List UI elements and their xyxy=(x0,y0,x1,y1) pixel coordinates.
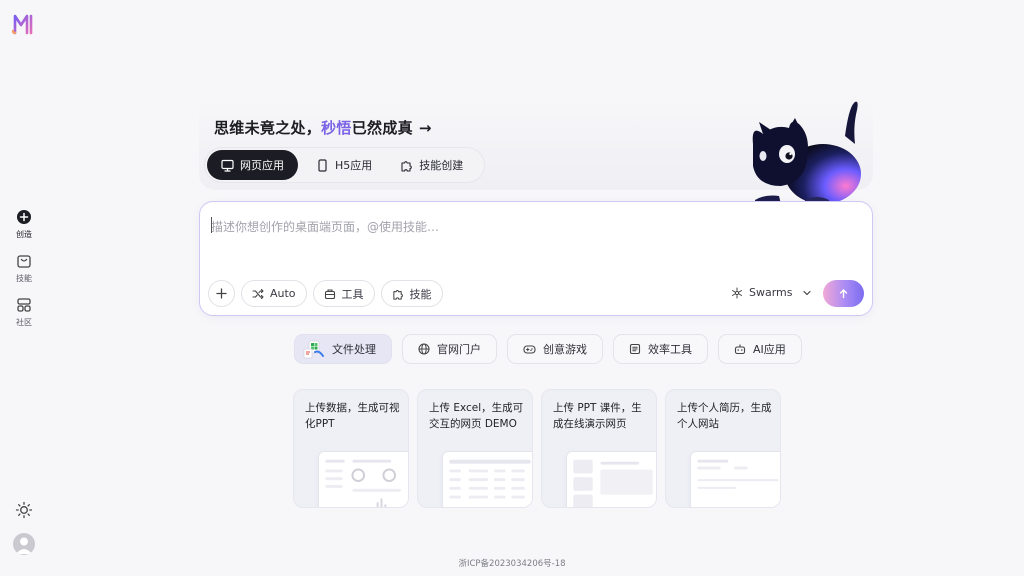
category-ai-apps[interactable]: AI应用 xyxy=(718,334,802,364)
tab-skill-create[interactable]: 技能创建 xyxy=(386,150,477,180)
sample-text: 上传 PPT 课件，生成在线演示网页 xyxy=(553,402,642,430)
category-productivity[interactable]: 效率工具 xyxy=(613,334,708,364)
list-box-icon xyxy=(629,343,641,355)
sidebar-item-label: 社区 xyxy=(16,317,32,327)
sidebar-item-label: 创造 xyxy=(16,229,32,239)
category-label: 文件处理 xyxy=(332,343,376,356)
model-select[interactable]: Swarms xyxy=(731,286,812,299)
tab-label: 技能创建 xyxy=(419,159,464,172)
app-logo[interactable] xyxy=(12,13,38,35)
gamepad-icon xyxy=(523,345,536,354)
file-collage-icon xyxy=(303,340,324,359)
tools-label: 工具 xyxy=(341,287,364,301)
headline-highlight: 秒悟 xyxy=(321,119,352,137)
tool-row: Auto 工具 技能 xyxy=(208,280,443,307)
tab-web-app[interactable]: 网页应用 xyxy=(207,150,298,180)
auto-mode-button[interactable]: Auto xyxy=(241,280,307,307)
tab-h5-app[interactable]: H5应用 xyxy=(302,150,386,180)
skills-button[interactable]: 技能 xyxy=(380,280,443,307)
sidebar-item-community[interactable]: 社区 xyxy=(0,290,48,334)
sample-card[interactable]: 上传 Excel，生成可交互的网页 DEMO xyxy=(417,389,533,508)
theme-toggle-sun-icon[interactable] xyxy=(15,501,33,519)
slides-thumbnail-preview xyxy=(566,451,656,507)
category-label: 效率工具 xyxy=(648,343,692,356)
sample-text: 上传 Excel，生成可交互的网页 DEMO xyxy=(429,402,524,430)
sidebar-item-create[interactable]: 创造 xyxy=(0,202,48,246)
plus-icon xyxy=(216,288,227,299)
tab-label: 网页应用 xyxy=(240,159,284,172)
ppt-thumbnail-preview xyxy=(318,451,408,507)
sidebar-item-label: 技能 xyxy=(16,273,32,283)
monitor-icon xyxy=(221,159,234,172)
page-title: 思维未竟之处， 秒悟 已然成真 → xyxy=(214,117,432,138)
add-attachment-button[interactable] xyxy=(208,280,235,307)
grid-icon xyxy=(17,297,31,312)
sidebar-item-skills[interactable]: 技能 xyxy=(0,246,48,290)
prompt-composer: Auto 工具 技能 Swarms xyxy=(199,201,873,316)
mode-tabs: 网页应用 H5应用 技能创建 xyxy=(204,147,485,183)
tab-label: H5应用 xyxy=(335,159,373,172)
resume-thumbnail-preview xyxy=(690,451,780,507)
skills-label: 技能 xyxy=(409,287,432,301)
puzzle-icon xyxy=(401,160,413,172)
prompt-input[interactable] xyxy=(211,214,851,240)
sample-card[interactable]: 上传 PPT 课件，生成在线演示网页 xyxy=(541,389,657,508)
avatar[interactable] xyxy=(13,533,35,555)
category-label: 创意游戏 xyxy=(543,343,587,356)
chevron-down-icon xyxy=(802,290,811,295)
sample-prompts: 上传数据，生成可视化PPT 上传 Excel，生成可交互的网页 DEMO 上传 xyxy=(293,389,781,508)
shuffle-icon xyxy=(252,288,264,299)
cat-mascot-illustration xyxy=(752,101,861,207)
model-label: Swarms xyxy=(749,286,793,299)
category-file-processing[interactable]: 文件处理 xyxy=(294,334,392,364)
category-label: AI应用 xyxy=(753,343,786,356)
user-avatar-icon xyxy=(16,537,32,554)
category-website[interactable]: 官网门户 xyxy=(402,334,497,364)
send-button[interactable] xyxy=(823,280,864,307)
bag-icon xyxy=(17,254,31,268)
headline-text: 思维未竟之处， xyxy=(214,119,322,137)
sidebar-nav: 创造 技能 社区 xyxy=(0,202,48,334)
sample-text: 上传数据，生成可视化PPT xyxy=(305,402,400,430)
puzzle-icon xyxy=(392,289,403,300)
robot-icon xyxy=(734,344,746,355)
icp-footer[interactable]: 浙ICP备2023034206号-18 xyxy=(0,557,1024,569)
plus-circle-icon xyxy=(17,209,31,224)
sample-card[interactable]: 上传数据，生成可视化PPT xyxy=(293,389,409,508)
swarm-icon xyxy=(732,287,742,298)
text-cursor xyxy=(211,217,212,233)
sample-text: 上传个人简历，生成个人网站 xyxy=(677,402,772,430)
headline-text-end: 已然成真 xyxy=(351,119,413,137)
arrow-right-icon[interactable]: → xyxy=(419,119,432,137)
toolbox-icon xyxy=(324,288,335,299)
tools-button[interactable]: 工具 xyxy=(312,280,375,307)
globe-icon xyxy=(418,343,430,355)
phone-icon xyxy=(318,158,327,172)
arrow-up-icon xyxy=(839,289,848,299)
category-label: 官网门户 xyxy=(437,343,481,356)
sample-card[interactable]: 上传个人简历，生成个人网站 xyxy=(665,389,781,508)
category-tabs: 文件处理 官网门户 创意游戏 效率工具 AI应用 xyxy=(294,334,802,364)
excel-thumbnail-preview xyxy=(442,451,532,507)
category-creative-games[interactable]: 创意游戏 xyxy=(507,334,603,364)
auto-label: Auto xyxy=(270,287,296,300)
